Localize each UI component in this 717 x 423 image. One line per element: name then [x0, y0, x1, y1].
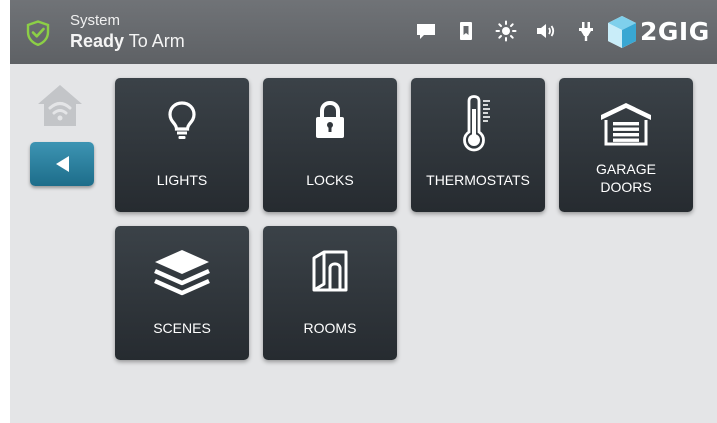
status-value: Ready To Arm	[70, 32, 185, 50]
tile-label: SCENES	[153, 320, 211, 336]
logo-text: 2GIG	[640, 17, 710, 46]
room-icon	[312, 250, 348, 292]
tile-label: LIGHTS	[156, 172, 208, 188]
tile-label: THERMOSTATS	[426, 172, 530, 188]
padlock-icon	[316, 100, 344, 138]
tile-thermostats[interactable]: THERMOSTATS	[411, 78, 545, 212]
tile-rooms[interactable]: ROOMS	[263, 226, 397, 360]
status-value-rest: To Arm	[124, 31, 185, 51]
volume-icon[interactable]	[535, 20, 557, 42]
back-button[interactable]	[30, 142, 94, 186]
tile-label: LOCKS	[306, 172, 354, 188]
layers-icon	[154, 250, 210, 296]
bookmark-icon[interactable]	[455, 20, 477, 42]
brightness-icon[interactable]	[495, 20, 517, 42]
tile-label: GARAGE DOORS	[596, 161, 656, 195]
tile-garage-doors[interactable]: GARAGE DOORS	[559, 78, 693, 212]
tile-lights[interactable]: LIGHTS	[115, 78, 249, 212]
tile-label: ROOMS	[303, 320, 357, 336]
status-label: System	[70, 12, 121, 29]
system-status[interactable]: System Ready To Arm	[70, 13, 185, 50]
status-value-bold: Ready	[70, 31, 125, 51]
lightbulb-icon	[168, 101, 196, 139]
logo-cube-icon	[608, 16, 636, 48]
header-icon-group	[415, 20, 605, 44]
home-automation-screen: System Ready To Arm 2GIG LIGHTS LOCKS TH…	[10, 0, 717, 423]
thermometer-icon	[463, 95, 490, 152]
top-status-bar: System Ready To Arm 2GIG	[10, 0, 717, 64]
back-arrow-icon	[56, 156, 69, 172]
tile-locks[interactable]: LOCKS	[263, 78, 397, 212]
home-wifi-icon[interactable]	[36, 82, 84, 128]
tile-scenes[interactable]: SCENES	[115, 226, 249, 360]
message-icon[interactable]	[415, 20, 437, 42]
power-plug-icon[interactable]	[575, 20, 597, 42]
garage-icon	[601, 103, 651, 146]
shield-check-icon[interactable]	[26, 20, 50, 46]
